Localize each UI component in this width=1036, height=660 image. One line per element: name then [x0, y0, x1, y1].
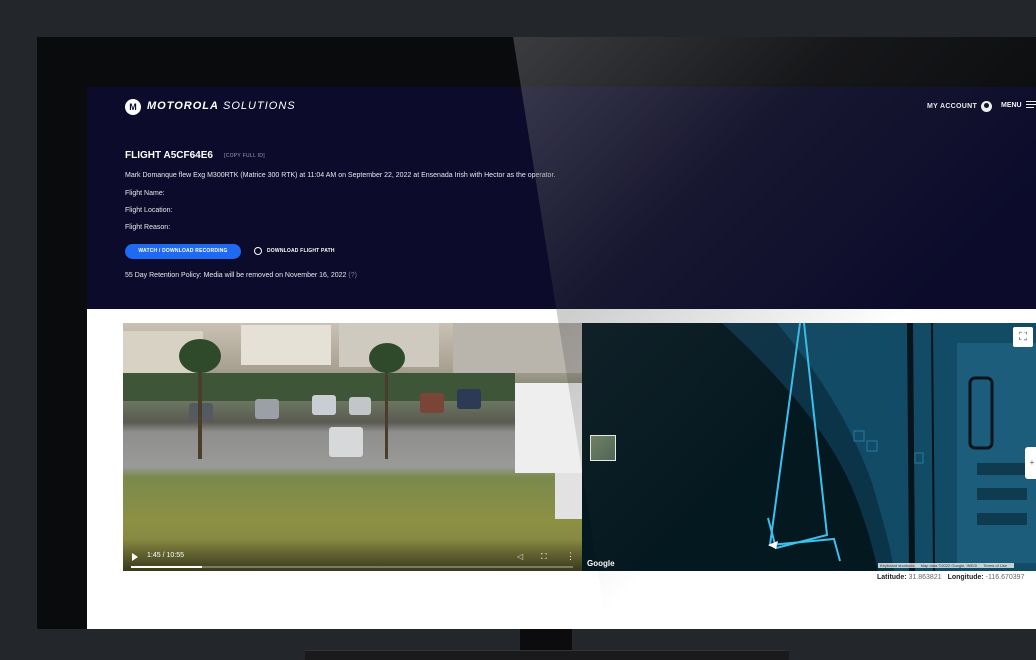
- copy-full-id-link[interactable]: [COPY FULL ID]: [224, 153, 265, 159]
- flight-location-label: Flight Location:: [125, 207, 173, 214]
- palm-trunk: [385, 359, 388, 459]
- google-logo: Google: [587, 559, 615, 568]
- map-fullscreen-icon[interactable]: ⛶: [1013, 327, 1033, 347]
- car: [420, 393, 444, 413]
- download-flight-path-label: DOWNLOAD FLIGHT PATH: [267, 248, 335, 254]
- download-flight-path-button[interactable]: DOWNLOAD FLIGHT PATH: [254, 247, 335, 255]
- coordinates-readout: Latitude: 31.863821 Longitude: -116.6703…: [877, 574, 1028, 581]
- terms-of-use-link[interactable]: Terms of Use: [983, 563, 1007, 568]
- map-data-credit: Map data ©2022 Google, INEGI: [920, 563, 978, 568]
- longitude-value: -116.670397: [985, 574, 1025, 581]
- building: [241, 325, 331, 365]
- motorola-logo-icon: M: [125, 99, 141, 115]
- map-attribution: Keyboard shortcuts Map data ©2022 Google…: [878, 563, 1014, 568]
- video-progress-fill: [131, 566, 202, 568]
- menu-label: MENU: [1001, 101, 1022, 109]
- car: [255, 399, 279, 419]
- map-zoom-icon[interactable]: +: [1025, 447, 1036, 479]
- car: [349, 397, 371, 415]
- map-layer-toggle[interactable]: [590, 435, 616, 461]
- video-timecode: 1:45 / 10:55: [147, 552, 184, 559]
- brand-name: MOTOROLA SOLUTIONS: [147, 100, 296, 112]
- video-controls: 1:45 / 10:55 ◁ ⛶ ⋮: [123, 539, 582, 571]
- palm-canopy: [369, 343, 405, 373]
- menu-button[interactable]: MENU: [1001, 101, 1036, 109]
- video-progress-bar[interactable]: [131, 566, 573, 568]
- building-footprint: [977, 463, 1027, 475]
- more-options-icon[interactable]: ⋮: [566, 551, 575, 562]
- volume-icon[interactable]: ◁: [517, 552, 523, 561]
- my-account-label: MY ACCOUNT: [927, 103, 978, 110]
- brand-light: SOLUTIONS: [223, 100, 296, 112]
- white-building: [515, 383, 582, 473]
- brand-bold: MOTOROLA: [147, 100, 219, 112]
- palm-canopy: [179, 339, 221, 373]
- download-icon: [254, 247, 262, 255]
- latitude-label: Latitude:: [877, 574, 907, 581]
- retention-help-link[interactable]: (?): [348, 272, 357, 279]
- fullscreen-icon[interactable]: ⛶: [541, 552, 547, 562]
- flight-name-label: Flight Name:: [125, 190, 165, 197]
- my-account-button[interactable]: MY ACCOUNT: [927, 101, 993, 112]
- latitude-value: 31.863821: [908, 574, 942, 581]
- monitor-frame: M MOTOROLA SOLUTIONS MY ACCOUNT MENU FLI…: [37, 37, 1036, 629]
- flight-reason-label: Flight Reason:: [125, 224, 171, 231]
- app-screen: M MOTOROLA SOLUTIONS MY ACCOUNT MENU FLI…: [87, 87, 1036, 629]
- user-icon: [981, 101, 993, 112]
- watch-download-recording-button[interactable]: WATCH / DOWNLOAD RECORDING: [125, 244, 241, 259]
- play-icon[interactable]: [132, 553, 138, 561]
- flight-title: FLIGHT A5CF64E6: [125, 150, 213, 161]
- palm-trunk: [198, 359, 202, 459]
- building-footprint: [977, 488, 1027, 500]
- car: [329, 427, 363, 457]
- car: [312, 395, 336, 415]
- flight-header: M MOTOROLA SOLUTIONS MY ACCOUNT MENU FLI…: [87, 87, 1036, 309]
- flight-path-map[interactable]: ⛶ + Google Keyboard shortcuts Map data ©…: [582, 323, 1036, 571]
- car: [457, 389, 481, 409]
- map-canvas: [722, 323, 1036, 571]
- hamburger-icon: [1025, 101, 1036, 109]
- road: [907, 323, 915, 571]
- building-footprint: [977, 513, 1027, 525]
- white-building: [555, 473, 582, 519]
- keyboard-shortcuts-link[interactable]: Keyboard shortcuts: [880, 563, 914, 568]
- flight-description: Mark Domanque flew Exg M300RTK (Matrice …: [125, 172, 556, 179]
- retention-text: 55 Day Retention Policy: Media will be r…: [125, 272, 347, 279]
- retention-policy: 55 Day Retention Policy: Media will be r…: [125, 272, 357, 279]
- longitude-label: Longitude:: [947, 574, 984, 581]
- building: [453, 323, 582, 373]
- video-player[interactable]: 1:45 / 10:55 ◁ ⛶ ⋮: [123, 323, 582, 571]
